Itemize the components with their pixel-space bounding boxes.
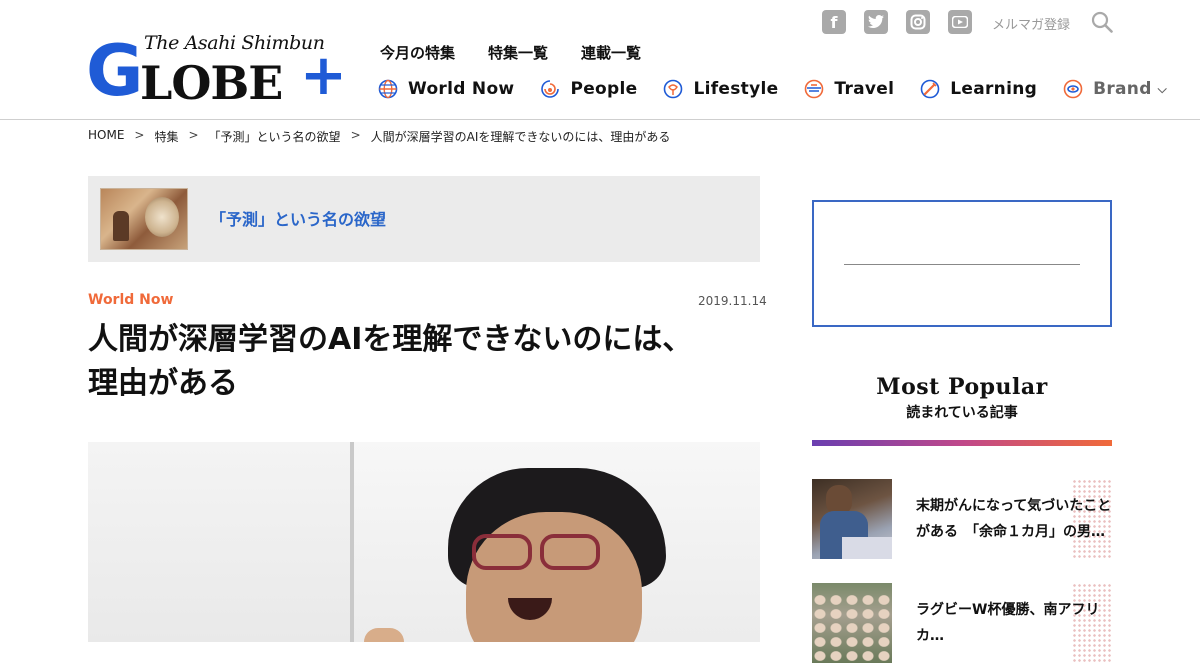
breadcrumb-separator: > [350,128,361,142]
most-popular-subtitle: 読まれている記事 [906,405,1018,421]
article-main-photo [88,442,760,642]
article-title-line-2: 理由がある [88,366,238,401]
travel-icon [805,79,824,99]
popular-article-title: 末期がんになって気づいたことがある 「余命１カ月」の男… [916,498,1112,540]
nav-lifestyle[interactable]: Lifestyle [663,79,778,99]
article-category[interactable]: World Now [88,292,173,308]
youtube-icon[interactable] [948,10,972,34]
breadcrumb-feature[interactable]: 特集 [154,128,178,145]
breadcrumb-home[interactable]: HOME [88,128,124,145]
nav-learning-label: Learning [950,79,1038,99]
popular-article-thumbnail [812,583,892,663]
globe-icon [378,79,398,99]
learning-icon [920,79,940,99]
article-title: 人間が深層学習のAIを理解できないのには、 理由がある [88,318,760,406]
gradient-divider [812,440,1112,446]
logo-brand-line: The Asahi Shimbun [144,32,325,54]
feature-title-link[interactable]: 「予測」という名の欲望 [210,206,386,230]
most-popular-heading: Most Popular 読まれている記事 [812,374,1112,422]
newsletter-signup-link[interactable]: メルマガ登録 [992,14,1070,33]
breadcrumb: HOME > 特集 > 「予測」という名の欲望 > 人間が深層学習のAIを理解で… [88,128,670,145]
logo-plus: + [300,43,347,108]
nav-lifestyle-label: Lifestyle [693,79,779,99]
logo-lobe: LOBE [140,56,283,110]
popular-article-item[interactable]: 末期がんになって気づいたことがある 「余命１カ月」の男… [812,479,1112,559]
feature-banner[interactable]: 「予測」という名の欲望 [88,176,760,262]
people-icon [541,80,560,98]
top-links: 今月の特集 特集一覧 連載一覧 [380,42,641,63]
social-links: f [822,10,972,34]
nav-world-now[interactable]: World Now [378,79,514,99]
most-popular-title: Most Popular [876,374,1048,400]
nav-travel[interactable]: Travel [804,79,894,99]
breadcrumb-current: 人間が深層学習のAIを理解できないのには、理由がある [370,130,671,144]
chevron-down-icon: ⌵ [1157,81,1168,96]
breadcrumb-separator: > [188,128,199,142]
facebook-icon[interactable]: f [822,10,846,34]
nav-brand-dropdown[interactable]: Brand ⌵ [1063,79,1167,99]
site-header: The Asahi Shimbun G LOBE + 今月の特集 特集一覧 連載… [0,0,1200,120]
breadcrumb-series[interactable]: 「予測」という名の欲望 [209,128,341,145]
lifestyle-icon [664,79,683,99]
advertisement-box[interactable] [812,200,1112,327]
globe-plus-logo[interactable]: The Asahi Shimbun G LOBE + [86,30,347,112]
nav-brand-label: Brand [1093,79,1152,99]
nav-travel-label: Travel [834,79,895,99]
instagram-icon[interactable] [906,10,930,34]
popular-article-item[interactable]: ラグビーW杯優勝、南アフリカ… [812,583,1112,663]
category-nav: World Now People Lifestyle Travel Learni… [378,79,1167,99]
top-link-series-list[interactable]: 連載一覧 [581,42,641,63]
twitter-icon[interactable] [864,10,888,34]
nav-people[interactable]: People [540,79,637,99]
nav-world-now-label: World Now [408,79,515,99]
article-title-line-1: 人間が深層学習のAIを理解できないのには、 [88,322,693,357]
nav-learning[interactable]: Learning [920,79,1037,99]
breadcrumb-separator: > [134,128,145,142]
popular-article-title: ラグビーW杯優勝、南アフリカ… [916,602,1100,644]
nav-people-label: People [570,79,638,99]
popular-article-thumbnail [812,479,892,559]
search-icon[interactable] [1091,11,1113,33]
top-link-feature-list[interactable]: 特集一覧 [488,42,548,63]
logo-g: G [86,30,144,112]
brand-icon [1063,79,1083,99]
article-date: 2019.11.14 [698,294,767,308]
feature-thumbnail [100,188,188,250]
top-link-monthly-feature[interactable]: 今月の特集 [380,42,455,63]
